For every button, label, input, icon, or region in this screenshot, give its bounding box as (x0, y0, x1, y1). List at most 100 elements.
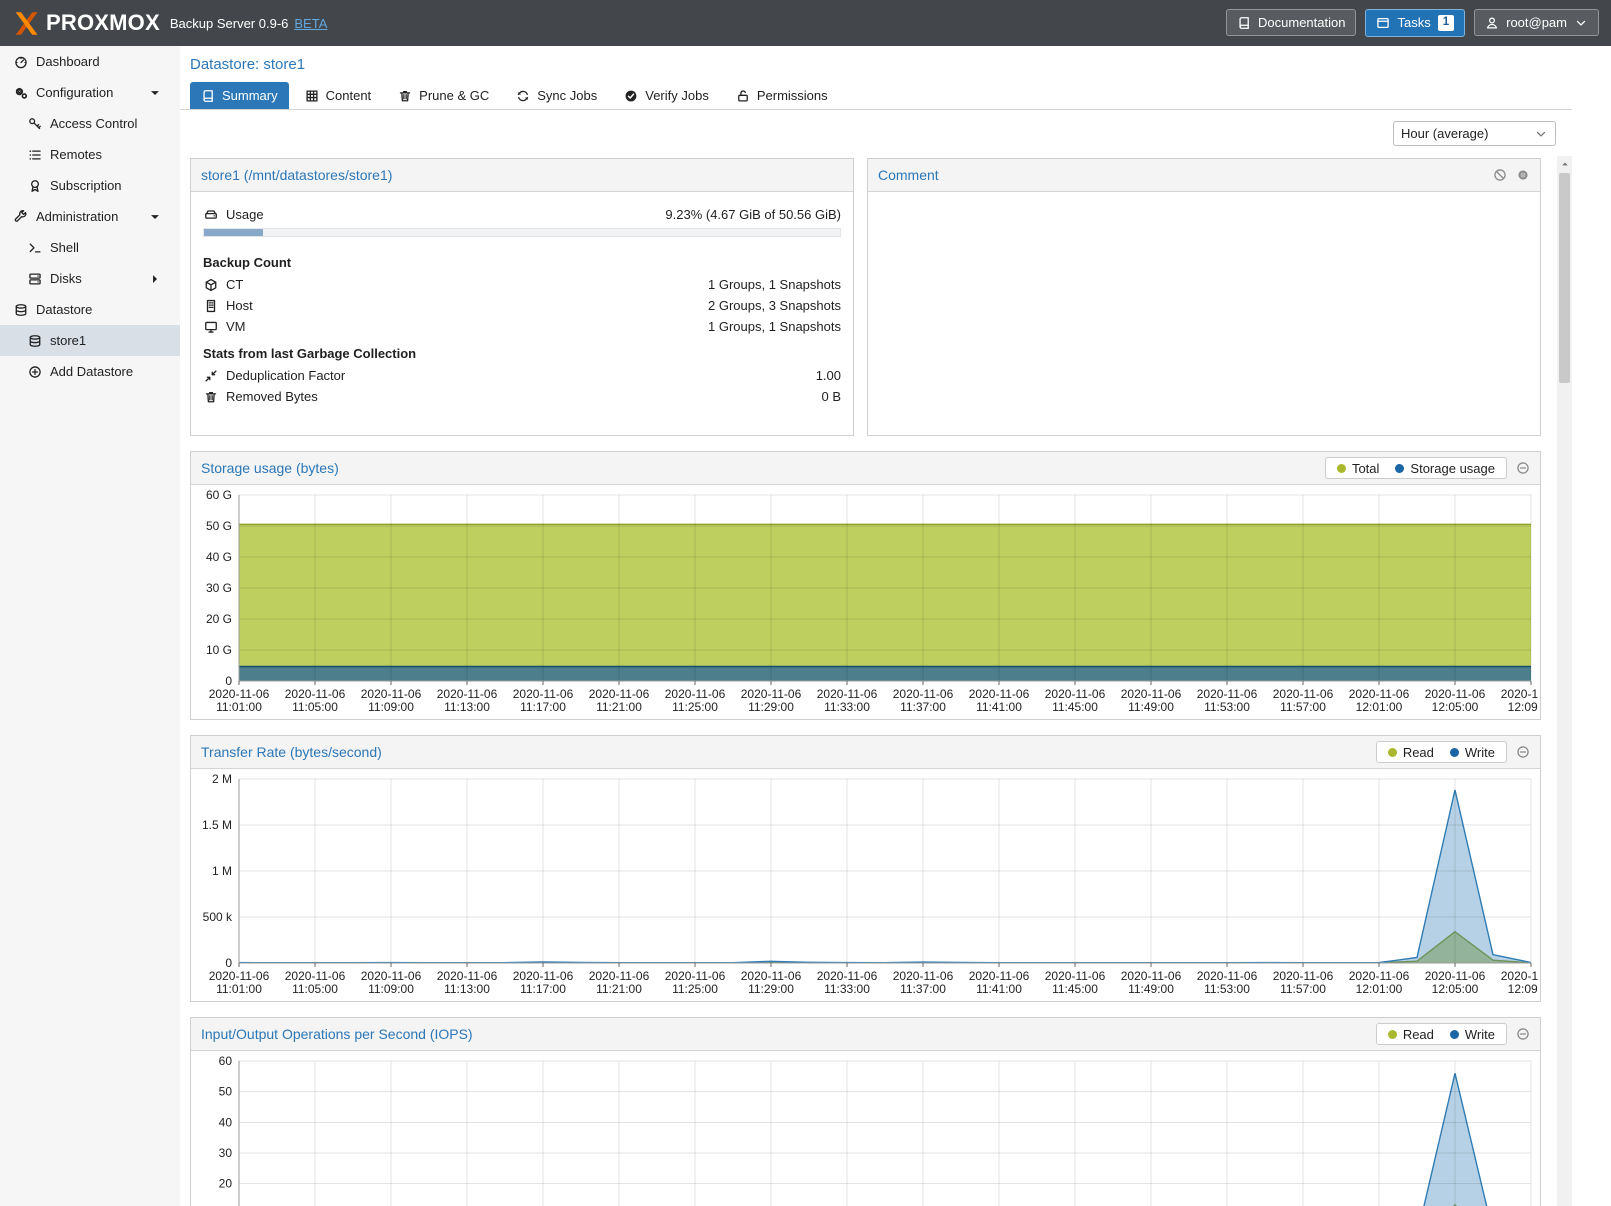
iops-legend: Read Write (1376, 1023, 1530, 1045)
timeframe-select[interactable]: Hour (average) (1393, 121, 1556, 146)
sidebar-item-datastore[interactable]: Datastore (0, 294, 180, 325)
database-icon (13, 303, 28, 317)
storage-usage-chart-title: Storage usage (bytes) (201, 460, 339, 476)
svg-text:2020-11-06: 2020-11-06 (285, 969, 346, 983)
documentation-button[interactable]: Documentation (1226, 9, 1356, 36)
main-content: Datastore: store1 SummaryContentPrune & … (180, 46, 1572, 1206)
caret-down-icon[interactable] (147, 86, 162, 100)
row-label: Host (226, 298, 253, 313)
svg-text:2020-11-06: 2020-11-06 (1425, 687, 1486, 701)
sidebar-item-configuration[interactable]: Configuration (0, 77, 180, 108)
comment-panel-title: Comment (878, 167, 939, 183)
svg-text:12:01:00: 12:01:00 (1356, 982, 1403, 996)
svg-text:40 G: 40 G (206, 550, 232, 564)
user-menu-button[interactable]: root@pam (1474, 9, 1599, 36)
tab-bar: SummaryContentPrune & GCSync JobsVerify … (180, 78, 1572, 110)
svg-text:2020-11-06: 2020-11-06 (1045, 687, 1106, 701)
legend-total[interactable]: Total (1337, 461, 1379, 476)
vertical-scrollbar[interactable] (1557, 156, 1572, 1206)
gears-icon (13, 86, 28, 100)
sidebar-item-disks[interactable]: Disks (0, 263, 180, 294)
collapse-icon[interactable] (1516, 1027, 1530, 1041)
sidebar-item-shell[interactable]: Shell (0, 232, 180, 263)
svg-text:2020-11-06: 2020-11-06 (817, 969, 878, 983)
tab-content[interactable]: Content (294, 82, 383, 109)
legend-dot (1395, 464, 1404, 473)
storage-usage-chart: 010 G20 G30 G40 G50 G60 G2020-11-0611:01… (191, 485, 1538, 719)
tab-prune-gc[interactable]: Prune & GC (387, 82, 500, 109)
legend-storage-usage[interactable]: Storage usage (1395, 461, 1495, 476)
transfer-rate-chart: 0500 k1 M1.5 M2 M2020-11-0611:01:002020-… (191, 769, 1538, 1001)
svg-text:60 G: 60 G (206, 488, 232, 502)
tasks-button[interactable]: Tasks 1 (1365, 9, 1465, 37)
svg-text:2020-11-06: 2020-11-06 (969, 969, 1030, 983)
svg-text:2020-11-06: 2020-11-06 (589, 687, 650, 701)
chart-toolbar: Hour (average) (180, 110, 1572, 156)
sidebar-item-subscription[interactable]: Subscription (0, 170, 180, 201)
tab-verify-jobs[interactable]: Verify Jobs (613, 82, 720, 109)
svg-text:12:09:00: 12:09:00 (1508, 982, 1538, 996)
scrollbar-thumb[interactable] (1559, 173, 1570, 383)
svg-text:11:13:00: 11:13:00 (444, 700, 490, 714)
transfer-rate-chart-panel: Transfer Rate (bytes/second) ReadWrite 0… (190, 735, 1541, 1002)
row-label: VM (226, 319, 246, 334)
svg-text:2020-11-06: 2020-11-06 (817, 687, 878, 701)
hdd-icon (203, 208, 218, 222)
legend-dot (1450, 748, 1459, 757)
sidebar-item-store1[interactable]: store1 (0, 325, 180, 356)
collapse-icon[interactable] (1516, 745, 1530, 759)
svg-text:12:05:00: 12:05:00 (1432, 700, 1479, 714)
sidebar-item-add-datastore[interactable]: Add Datastore (0, 356, 180, 387)
scrollbar-up-arrow[interactable] (1557, 156, 1572, 172)
caret-right-icon[interactable] (147, 272, 162, 286)
summary-panel-title: store1 (/mnt/datastores/store1) (201, 167, 392, 183)
svg-text:2020-11-06: 2020-11-06 (1045, 969, 1106, 983)
grid-icon (305, 89, 319, 103)
svg-text:60: 60 (219, 1054, 233, 1068)
brand-text: PROXMOX (46, 10, 160, 36)
svg-text:11:09:00: 11:09:00 (368, 700, 414, 714)
legend-read[interactable]: Read (1388, 745, 1434, 760)
sidebar-item-label: store1 (50, 333, 86, 348)
summary-panel-body: Usage 9.23% (4.67 GiB of 50.56 GiB) Back… (191, 192, 853, 419)
collapse-icon[interactable] (1516, 461, 1530, 475)
sidebar-item-remotes[interactable]: Remotes (0, 139, 180, 170)
beta-link[interactable]: BETA (294, 16, 327, 31)
caret-down-icon[interactable] (147, 210, 162, 224)
tab-label: Permissions (757, 88, 828, 103)
sidebar-item-label: Datastore (36, 302, 92, 317)
gear-icon[interactable] (1516, 168, 1530, 182)
documentation-icon (1237, 16, 1251, 30)
sidebar-item-label: Subscription (50, 178, 122, 193)
sidebar-item-dashboard[interactable]: Dashboard (0, 46, 180, 77)
page-title: Datastore: store1 (180, 46, 1572, 78)
svg-text:11:17:00: 11:17:00 (520, 982, 566, 996)
vm-icon (203, 320, 218, 334)
sidebar-item-administration[interactable]: Administration (0, 201, 180, 232)
svg-text:2020-11-06: 2020-11-06 (437, 969, 498, 983)
svg-text:11:41:00: 11:41:00 (976, 982, 1022, 996)
legend-write[interactable]: Write (1450, 745, 1495, 760)
product-version-text: Backup Server 0.9-6 (170, 16, 289, 31)
chevron-down-icon (1534, 127, 1548, 141)
tab-permissions[interactable]: Permissions (725, 82, 839, 109)
tab-summary[interactable]: Summary (190, 82, 289, 109)
legend-read[interactable]: Read (1388, 1027, 1434, 1042)
chart-legend-box: Total Storage usage (1325, 457, 1507, 479)
tasks-icon (1376, 16, 1390, 30)
slash-circle-icon[interactable] (1493, 168, 1507, 182)
legend-write[interactable]: Write (1450, 1027, 1495, 1042)
unlock-icon (736, 89, 750, 103)
sidebar-item-label: Remotes (50, 147, 102, 162)
cube-icon (203, 278, 218, 292)
sidebar-item-label: Dashboard (36, 54, 100, 69)
usage-progress-fill (204, 229, 263, 236)
comment-panel-header: Comment (868, 159, 1540, 192)
legend-label: Read (1403, 745, 1434, 760)
timeframe-value: Hour (average) (1401, 126, 1488, 141)
top-bar: PROXMOX Backup Server 0.9-6 BETA Documen… (0, 0, 1611, 46)
sidebar-item-access-control[interactable]: Access Control (0, 108, 180, 139)
storage-usage-legend: Total Storage usage (1325, 457, 1530, 479)
storage-usage-chart-panel: Storage usage (bytes) Total Storage usage… (190, 451, 1541, 720)
tab-sync-jobs[interactable]: Sync Jobs (505, 82, 608, 109)
